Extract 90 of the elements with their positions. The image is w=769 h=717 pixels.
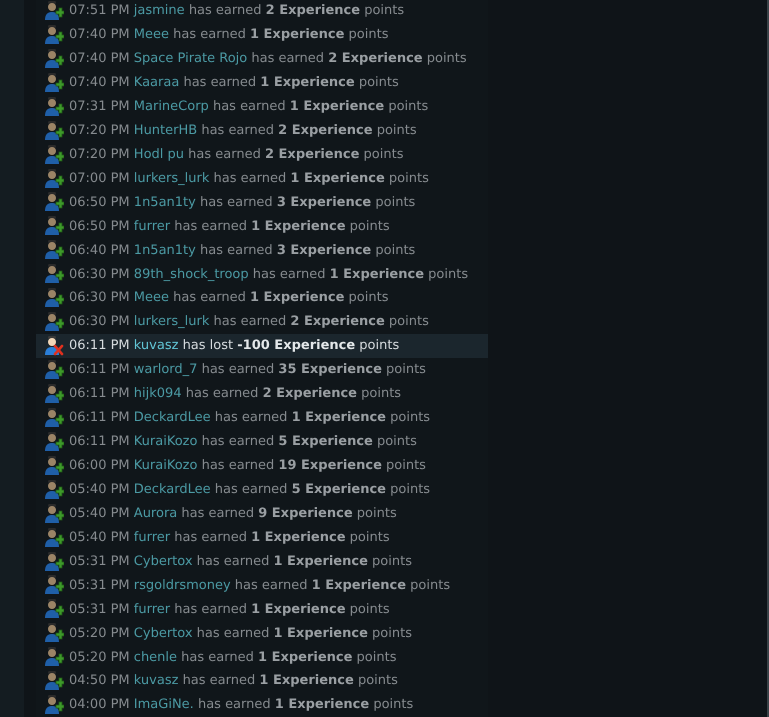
user-add-icon (42, 287, 64, 310)
user-link[interactable]: lurkers_lurk (134, 170, 210, 186)
log-text: 06:11 PM hijk094 has earned 2 Experience points (69, 385, 402, 404)
user-add-icon (42, 694, 64, 716)
user-link[interactable]: kuvasz (134, 338, 178, 354)
user-add-icon (42, 0, 64, 22)
user-add-icon (42, 382, 64, 405)
user-link[interactable]: Aurora (134, 506, 178, 521)
log-text: 05:31 PM furrer has earned 1 Experience points (69, 600, 390, 619)
user-link[interactable]: chenle (134, 650, 178, 665)
user-add-icon (42, 574, 64, 596)
log-text: 07:40 PM Kaaraa has earned 1 Experience points (69, 74, 399, 92)
log-text: 07:31 PM MarineCorp has earned 1 Experience points (69, 98, 428, 116)
user-link[interactable]: ImaGiNe. (134, 697, 194, 712)
user-link[interactable]: MarineCorp (134, 98, 209, 114)
user-add-icon (42, 598, 64, 620)
log-text: 07:40 PM Space Pirate Rojo has earned 2 Experience points (69, 50, 467, 68)
user-link[interactable]: KuraiKozo (134, 458, 198, 474)
log-text: 04:50 PM kuvasz has earned 1 Experience points (69, 672, 398, 690)
user-link[interactable]: DeckardLee (134, 482, 211, 497)
user-link[interactable]: Meee (134, 27, 170, 42)
user-add-icon (42, 406, 64, 429)
log-text: 05:31 PM rsgoldrsmoney has earned 1 Experience points (69, 576, 450, 595)
user-link[interactable]: Kaaraa (134, 75, 180, 90)
user-link[interactable]: Cybertox (134, 554, 193, 569)
log-text: 06:11 PM kuvasz has lost -100 Experience points (69, 337, 400, 356)
log-text: 05:40 PM DeckardLee has earned 5 Experience points (69, 480, 430, 499)
user-add-icon (42, 239, 64, 262)
user-add-icon (42, 502, 64, 525)
user-link[interactable]: 89th_shock_troop (134, 266, 249, 282)
log-text: 04:00 PM ImaGiNe. has earned 1 Experience points (69, 696, 414, 714)
user-add-icon (42, 478, 64, 501)
user-link[interactable]: jasmine (134, 3, 185, 18)
user-link[interactable]: furrer (134, 530, 170, 545)
log-text: 05:40 PM Aurora has earned 9 Experience points (69, 504, 397, 523)
log-text: 05:40 PM furrer has earned 1 Experience points (69, 528, 390, 547)
log-text: 06:11 PM warlord_7 has earned 35 Experience points (69, 361, 426, 380)
user-link[interactable]: DeckardLee (134, 410, 211, 426)
log-text: 06:50 PM furrer has earned 1 Experience points (69, 218, 390, 236)
user-add-icon (42, 96, 64, 118)
user-link[interactable]: rsgoldrsmoney (134, 578, 231, 593)
log-text: 06:11 PM DeckardLee has earned 1 Experience points (69, 409, 430, 428)
log-text: 06:30 PM Meee has earned 1 Experience points (69, 289, 388, 308)
user-link[interactable]: Meee (134, 290, 170, 306)
user-add-icon (42, 72, 64, 94)
user-add-icon (42, 168, 64, 190)
user-add-icon (42, 311, 64, 334)
user-add-icon (42, 430, 64, 453)
log-text: 06:11 PM KuraiKozo has earned 5 Experience points (69, 433, 417, 452)
user-add-icon (42, 144, 64, 166)
user-link[interactable]: furrer (134, 218, 170, 234)
user-add-icon (42, 215, 64, 238)
log-text: 07:40 PM Meee has earned 1 Experience points (69, 26, 388, 44)
user-link[interactable]: HunterHB (134, 122, 198, 138)
user-remove-icon (42, 335, 64, 358)
user-add-icon (42, 550, 64, 573)
log-text: 06:40 PM 1n5an1ty has earned 3 Experience points (69, 242, 416, 260)
log-text: 06:50 PM 1n5an1ty has earned 3 Experience points (69, 194, 416, 212)
user-link[interactable]: 1n5an1ty (134, 242, 196, 258)
log-text: 07:20 PM HunterHB has earned 2 Experience points (69, 122, 417, 140)
user-add-icon (42, 646, 64, 668)
user-link[interactable]: furrer (134, 602, 170, 617)
user-link[interactable]: KuraiKozo (134, 434, 198, 450)
user-link[interactable]: kuvasz (134, 673, 178, 688)
user-add-icon (42, 24, 64, 46)
log-text: 07:20 PM Hodl pu has earned 2 Experience points (69, 146, 404, 164)
user-add-icon (42, 359, 64, 382)
user-add-icon (42, 191, 64, 214)
user-link[interactable]: hijk094 (134, 386, 182, 402)
user-link[interactable]: Hodl pu (134, 146, 184, 162)
user-add-icon (42, 454, 64, 477)
user-add-icon (42, 622, 64, 644)
log-text: 06:30 PM lurkers_lurk has earned 2 Experience points (69, 313, 429, 332)
user-add-icon (42, 670, 64, 692)
user-add-icon (42, 263, 64, 286)
user-link[interactable]: Cybertox (134, 626, 193, 641)
log-text: 06:30 PM 89th_shock_troop has earned 1 Experience points (69, 266, 468, 284)
user-link[interactable]: Space Pirate Rojo (134, 51, 248, 66)
log-text: 06:00 PM KuraiKozo has earned 19 Experience points (69, 457, 426, 476)
log-text: 05:20 PM chenle has earned 1 Experience points (69, 648, 396, 667)
user-link[interactable]: lurkers_lurk (134, 314, 210, 330)
user-add-icon (42, 120, 64, 142)
log-text: 05:31 PM Cybertox has earned 1 Experience points (69, 552, 412, 571)
user-add-icon (42, 48, 64, 70)
user-link[interactable]: warlord_7 (134, 362, 198, 378)
user-link[interactable]: 1n5an1ty (134, 194, 196, 210)
user-add-icon (42, 526, 64, 549)
log-text: 07:51 PM jasmine has earned 2 Experience points (69, 2, 404, 20)
log-text: 05:20 PM Cybertox has earned 1 Experience points (69, 624, 412, 643)
log-text: 07:00 PM lurkers_lurk has earned 1 Experience points (69, 170, 429, 188)
